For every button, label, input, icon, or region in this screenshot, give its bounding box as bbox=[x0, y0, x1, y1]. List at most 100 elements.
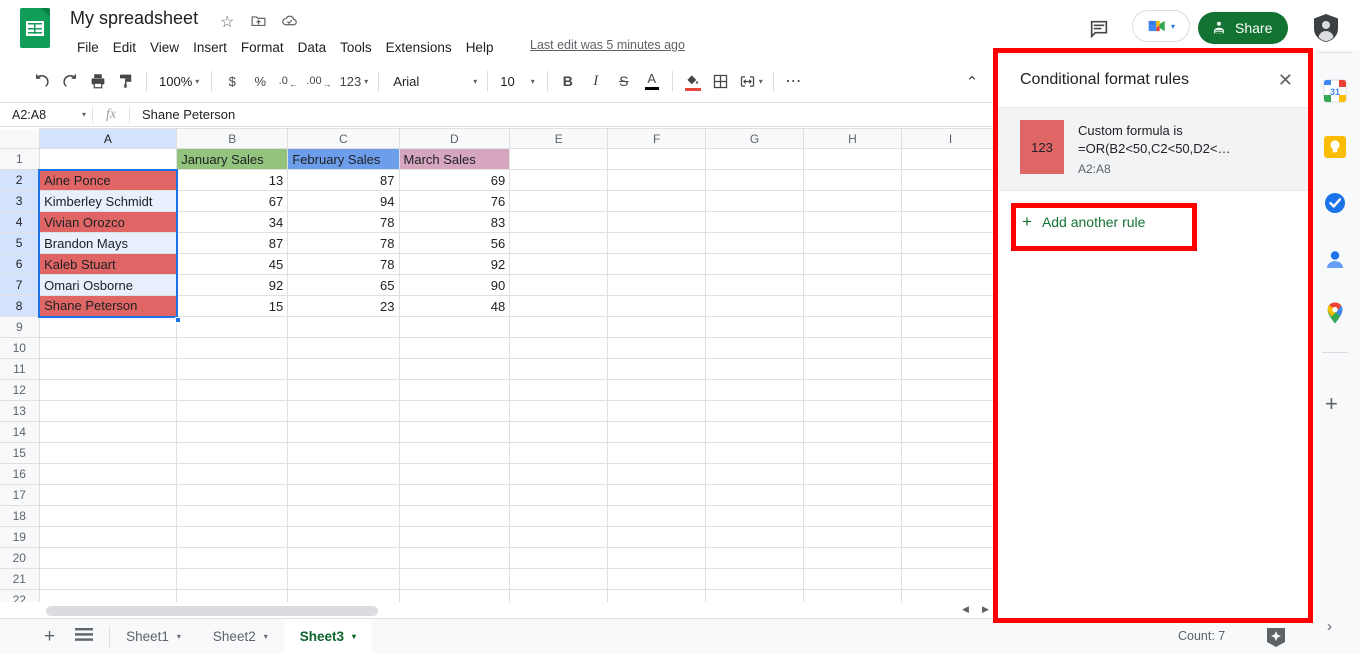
cell-G11[interactable] bbox=[706, 359, 804, 380]
expand-rail-icon[interactable]: › bbox=[1327, 618, 1332, 635]
cell-F12[interactable] bbox=[608, 380, 706, 401]
cell-A21[interactable] bbox=[39, 569, 177, 590]
increase-decimal-button[interactable]: .00 → bbox=[302, 67, 335, 95]
cell-D5[interactable]: 56 bbox=[399, 233, 510, 254]
cell-G7[interactable] bbox=[706, 275, 804, 296]
cell-D12[interactable] bbox=[399, 380, 510, 401]
cell-B18[interactable] bbox=[177, 506, 288, 527]
cell-D14[interactable] bbox=[399, 422, 510, 443]
cell-D3[interactable]: 76 bbox=[399, 191, 510, 212]
cell-H8[interactable] bbox=[804, 296, 902, 317]
cell-F21[interactable] bbox=[608, 569, 706, 590]
cell-B12[interactable] bbox=[177, 380, 288, 401]
cell-F5[interactable] bbox=[608, 233, 706, 254]
row-header-19[interactable]: 19 bbox=[0, 527, 39, 548]
cell-I17[interactable] bbox=[901, 485, 999, 506]
cell-A8[interactable]: Shane Peterson bbox=[39, 296, 177, 317]
percent-format-button[interactable]: % bbox=[246, 67, 274, 95]
cell-E17[interactable] bbox=[510, 485, 608, 506]
cell-C13[interactable] bbox=[288, 401, 399, 422]
move-to-folder-icon[interactable] bbox=[250, 12, 267, 32]
cell-H9[interactable] bbox=[804, 317, 902, 338]
cell-E5[interactable] bbox=[510, 233, 608, 254]
cell-D2[interactable]: 69 bbox=[399, 170, 510, 191]
scroll-right-arrow[interactable]: ▶ bbox=[982, 604, 989, 615]
more-formats-button[interactable]: 123 ▾ bbox=[336, 67, 373, 95]
comment-icon[interactable] bbox=[1088, 18, 1110, 43]
google-calendar-icon[interactable]: 31 bbox=[1322, 78, 1348, 104]
share-button[interactable]: Share bbox=[1198, 12, 1288, 44]
sheet-tab-sheet3[interactable]: Sheet3 ▾ bbox=[284, 619, 372, 654]
cell-E11[interactable] bbox=[510, 359, 608, 380]
cell-B13[interactable] bbox=[177, 401, 288, 422]
menu-item-insert[interactable]: Insert bbox=[186, 38, 234, 57]
cell-A4[interactable]: Vivian Orozco bbox=[39, 212, 177, 233]
cell-F1[interactable] bbox=[608, 149, 706, 170]
cell-I14[interactable] bbox=[901, 422, 999, 443]
cell-B8[interactable]: 15 bbox=[177, 296, 288, 317]
cell-E13[interactable] bbox=[510, 401, 608, 422]
bold-button[interactable]: B bbox=[554, 67, 582, 95]
cell-F4[interactable] bbox=[608, 212, 706, 233]
cell-C11[interactable] bbox=[288, 359, 399, 380]
cell-A14[interactable] bbox=[39, 422, 177, 443]
cell-I10[interactable] bbox=[901, 338, 999, 359]
cell-D13[interactable] bbox=[399, 401, 510, 422]
cell-F19[interactable] bbox=[608, 527, 706, 548]
cell-D19[interactable] bbox=[399, 527, 510, 548]
cell-I20[interactable] bbox=[901, 548, 999, 569]
cell-F15[interactable] bbox=[608, 443, 706, 464]
cell-A15[interactable] bbox=[39, 443, 177, 464]
cell-C8[interactable]: 23 bbox=[288, 296, 399, 317]
column-header-g[interactable]: G bbox=[706, 129, 804, 149]
redo-icon[interactable] bbox=[56, 67, 84, 95]
cell-E19[interactable] bbox=[510, 527, 608, 548]
menu-item-extensions[interactable]: Extensions bbox=[379, 38, 459, 57]
menu-item-view[interactable]: View bbox=[143, 38, 186, 57]
cell-F11[interactable] bbox=[608, 359, 706, 380]
cell-G2[interactable] bbox=[706, 170, 804, 191]
google-meet-button[interactable]: ▾ bbox=[1132, 10, 1190, 42]
cell-C2[interactable]: 87 bbox=[288, 170, 399, 191]
row-header-9[interactable]: 9 bbox=[0, 317, 39, 338]
star-icon[interactable]: ☆ bbox=[220, 12, 234, 32]
collapse-toolbar-button[interactable]: ⌃ bbox=[958, 68, 986, 96]
cell-G6[interactable] bbox=[706, 254, 804, 275]
cell-D10[interactable] bbox=[399, 338, 510, 359]
cell-B7[interactable]: 92 bbox=[177, 275, 288, 296]
google-sheets-logo[interactable] bbox=[20, 8, 56, 52]
cell-C17[interactable] bbox=[288, 485, 399, 506]
last-edit-status[interactable]: Last edit was 5 minutes ago bbox=[530, 38, 685, 52]
row-header-6[interactable]: 6 bbox=[0, 254, 39, 275]
cell-I2[interactable] bbox=[901, 170, 999, 191]
row-header-18[interactable]: 18 bbox=[0, 506, 39, 527]
cell-I16[interactable] bbox=[901, 464, 999, 485]
cell-D6[interactable]: 92 bbox=[399, 254, 510, 275]
cell-I4[interactable] bbox=[901, 212, 999, 233]
cloud-saved-icon[interactable] bbox=[280, 12, 299, 32]
cell-H3[interactable] bbox=[804, 191, 902, 212]
row-header-13[interactable]: 13 bbox=[0, 401, 39, 422]
cell-F3[interactable] bbox=[608, 191, 706, 212]
cell-G18[interactable] bbox=[706, 506, 804, 527]
cell-I18[interactable] bbox=[901, 506, 999, 527]
cell-C14[interactable] bbox=[288, 422, 399, 443]
conditional-format-rule-item[interactable]: 123 Custom formula is =OR(B2<50,C2<50,D2… bbox=[998, 108, 1309, 191]
cell-H21[interactable] bbox=[804, 569, 902, 590]
cell-E12[interactable] bbox=[510, 380, 608, 401]
paint-format-icon[interactable] bbox=[112, 67, 140, 95]
cell-I5[interactable] bbox=[901, 233, 999, 254]
cell-E21[interactable] bbox=[510, 569, 608, 590]
cell-E16[interactable] bbox=[510, 464, 608, 485]
cell-A1[interactable] bbox=[39, 149, 177, 170]
cell-B6[interactable]: 45 bbox=[177, 254, 288, 275]
cell-G9[interactable] bbox=[706, 317, 804, 338]
cell-H20[interactable] bbox=[804, 548, 902, 569]
cell-E2[interactable] bbox=[510, 170, 608, 191]
strikethrough-button[interactable]: S bbox=[610, 67, 638, 95]
cell-I1[interactable] bbox=[901, 149, 999, 170]
row-header-2[interactable]: 2 bbox=[0, 170, 39, 191]
row-header-14[interactable]: 14 bbox=[0, 422, 39, 443]
menu-item-edit[interactable]: Edit bbox=[106, 38, 143, 57]
row-header-20[interactable]: 20 bbox=[0, 548, 39, 569]
